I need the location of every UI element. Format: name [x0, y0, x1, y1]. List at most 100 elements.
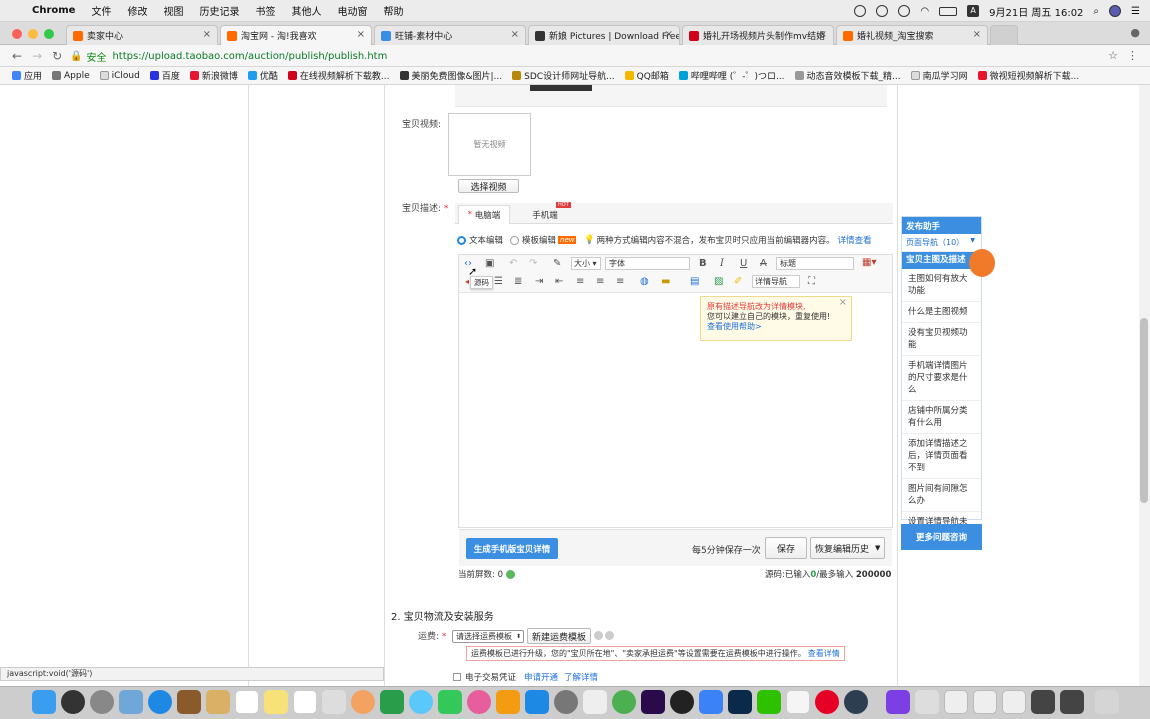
bookmark-bilibili[interactable]: 哔哩哔哩 (゜-゜)つロ...	[678, 69, 785, 82]
helper-page-nav[interactable]: 页面导航（10） ▼	[902, 234, 981, 252]
battery-icon[interactable]	[939, 6, 958, 16]
close-tab-icon[interactable]: ×	[357, 29, 365, 40]
tab-6[interactable]: 婚礼视频_淘宝搜索 ×	[836, 25, 988, 45]
tab-1[interactable]: 卖家中心 ×	[66, 25, 218, 45]
menu-app-name[interactable]: Chrome	[32, 5, 75, 16]
helper-item[interactable]: 添加详情描述之后，详情页面看不到	[902, 434, 981, 479]
menu-file[interactable]: 文件	[91, 3, 111, 18]
helper-item[interactable]: 什么是主图视频	[902, 302, 981, 323]
bookmark-baidu[interactable]: 百度	[149, 69, 180, 82]
app-store-icon[interactable]	[525, 690, 549, 714]
bookmark-weishi[interactable]: 微视短视频解析下载...	[977, 69, 1079, 82]
numbers-icon[interactable]	[380, 690, 404, 714]
save-button[interactable]: 保存	[765, 537, 807, 559]
screenshot-thumb-icon[interactable]	[1031, 690, 1055, 714]
font-size-select[interactable]: 大小 ▾	[571, 257, 601, 270]
safari-icon[interactable]	[148, 690, 172, 714]
outdent-icon[interactable]: ⇤	[555, 276, 563, 287]
align-center-icon[interactable]: ≡	[596, 276, 604, 287]
menu-help[interactable]: 帮助	[383, 3, 403, 18]
menu-view[interactable]: 视图	[163, 3, 183, 18]
table-icon[interactable]: ▦▾	[862, 257, 876, 268]
bookmark-weibo[interactable]: 新浪微博	[189, 69, 238, 82]
netease-music-icon[interactable]	[815, 690, 839, 714]
bookmark-youku[interactable]: 优酷	[247, 69, 278, 82]
notes-icon[interactable]	[264, 690, 288, 714]
align-right-icon[interactable]: ≡	[616, 276, 624, 287]
bookmark-nangua[interactable]: 南瓜学习网	[910, 69, 968, 82]
notification-center-icon[interactable]: ☰	[1131, 6, 1140, 17]
record-icon[interactable]	[854, 5, 867, 17]
profile-icon[interactable]: ●	[1130, 26, 1140, 39]
ordered-list-icon[interactable]: ≣	[514, 276, 522, 287]
bold-icon[interactable]: B	[699, 258, 707, 269]
baidu-netdisk-icon[interactable]	[699, 690, 723, 714]
freight-notice-link[interactable]: 查看详情	[808, 648, 840, 659]
close-window-button[interactable]	[12, 29, 22, 39]
launchpad-icon[interactable]	[90, 690, 114, 714]
chrome-icon[interactable]	[612, 690, 636, 714]
new-freight-template-button[interactable]: 新建运费模板	[527, 628, 591, 644]
video-player-icon[interactable]	[915, 690, 939, 714]
page-scrollbar-thumb[interactable]	[1140, 318, 1148, 503]
mode-tip-link[interactable]: 详情查看	[838, 234, 872, 246]
qq-icon[interactable]	[670, 690, 694, 714]
help-icon[interactable]	[605, 631, 614, 640]
close-tab-icon[interactable]: ×	[665, 29, 673, 40]
maximize-window-button[interactable]	[44, 29, 54, 39]
reminders-icon[interactable]	[293, 690, 317, 714]
choose-video-button[interactable]: 选择视频	[458, 179, 519, 193]
bookmark-apple[interactable]: Apple	[52, 71, 90, 81]
messages-icon[interactable]	[409, 690, 433, 714]
menubar-clock[interactable]: 9月21日 周五 16:02	[989, 4, 1083, 19]
link-icon[interactable]: ◍	[640, 276, 649, 287]
ibooks-icon[interactable]	[496, 690, 520, 714]
photo-library-icon[interactable]	[177, 690, 201, 714]
facetime-icon[interactable]	[438, 690, 462, 714]
tab-2-active[interactable]: 淘宝网 - 淘!我喜欢 ×	[220, 25, 372, 45]
wifi-icon[interactable]: ◠	[920, 6, 929, 17]
info-icon[interactable]	[594, 631, 603, 640]
minimize-window-button[interactable]	[28, 29, 38, 39]
omnibox[interactable]: 🔒 安全 https://upload.taobao.com/auction/p…	[70, 48, 1120, 64]
siri-icon[interactable]	[61, 690, 85, 714]
tab-5[interactable]: 婚礼开场视频片头制作mv结婚 ×	[682, 25, 834, 45]
textedit-icon[interactable]	[786, 690, 810, 714]
edit-icon[interactable]: ✐	[734, 276, 742, 287]
undo-icon[interactable]: ↶	[509, 258, 517, 269]
tab-pc[interactable]: * 电脑端	[458, 205, 510, 224]
qq-tray-icon[interactable]	[898, 5, 911, 17]
bookmark-apps[interactable]: 应用	[12, 69, 42, 82]
screenshot-thumb-icon[interactable]	[1060, 690, 1084, 714]
bookmark-star-icon[interactable]: ☆	[1108, 49, 1118, 62]
helper-more-button[interactable]: 更多问题咨询	[901, 524, 982, 550]
helper-item[interactable]: 图片间有间隙怎么办	[902, 479, 981, 512]
bookmark-sdc[interactable]: SDC设计师网址导航...	[512, 69, 615, 82]
back-icon[interactable]: ←	[12, 49, 22, 63]
photos-icon[interactable]	[351, 690, 375, 714]
notes-folder-icon[interactable]	[206, 690, 230, 714]
quicktime-icon[interactable]	[844, 690, 868, 714]
bookmark-qqmail[interactable]: QQ邮箱	[624, 69, 669, 82]
keynote-icon[interactable]	[322, 690, 346, 714]
close-tab-icon[interactable]: ×	[819, 29, 827, 40]
redo-icon[interactable]: ↷	[529, 258, 537, 269]
trash-icon[interactable]	[1095, 690, 1119, 714]
helper-item[interactable]: 主图如何有放大功能	[902, 269, 981, 302]
image-icon[interactable]: ▨	[714, 276, 723, 287]
indent-icon[interactable]: ⇥	[535, 276, 543, 287]
fullscreen-icon[interactable]: ⛶	[808, 276, 815, 287]
detail-nav-button[interactable]: 详情导航	[752, 275, 800, 288]
bookmark-sfx[interactable]: 动态音效模板下载_精...	[794, 69, 901, 82]
mode-text-radio[interactable]: 文本编辑	[457, 234, 503, 246]
freight-template-select[interactable]: 请选择运费模板 ⬍	[452, 630, 524, 643]
italic-icon[interactable]: I	[720, 258, 724, 269]
wechat-tray-icon[interactable]	[876, 5, 889, 17]
itunes-icon[interactable]	[467, 690, 491, 714]
format-brush-icon[interactable]: ✎	[553, 258, 561, 269]
system-preferences-icon[interactable]	[554, 690, 578, 714]
strikethrough-icon[interactable]: A	[760, 258, 767, 269]
bookmark-images[interactable]: 美丽免费图像&图片|...	[399, 69, 502, 82]
underline-icon[interactable]: U	[740, 258, 747, 269]
stickies-icon[interactable]	[583, 690, 607, 714]
